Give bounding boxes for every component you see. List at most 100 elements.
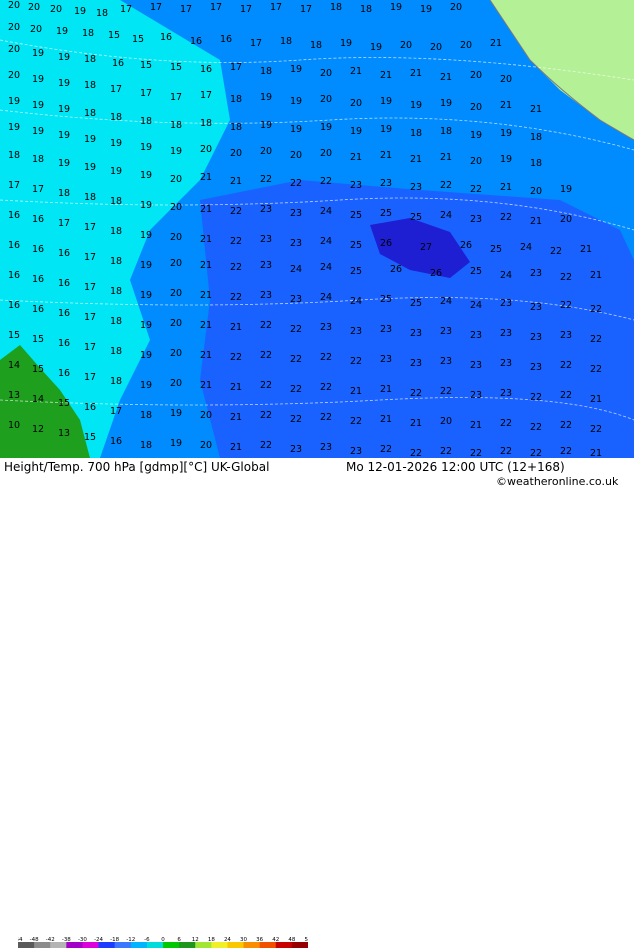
temperature-label: 16	[58, 278, 70, 289]
temperature-label: 25	[350, 210, 362, 221]
colorbar-swatch	[50, 942, 67, 948]
temperature-label: 21	[380, 70, 392, 81]
temperature-label: 19	[370, 42, 382, 53]
colorbar-tick: -30	[78, 937, 87, 942]
temperature-label: 23	[260, 290, 272, 301]
temperature-label: 22	[590, 304, 602, 315]
temperature-label: 18	[110, 112, 122, 123]
temperature-label: 23	[320, 442, 332, 453]
temperature-label: 18	[32, 154, 44, 165]
temperature-label: 22	[590, 424, 602, 435]
colorbar-swatch	[243, 942, 261, 948]
temperature-label: 20	[170, 288, 182, 299]
temperature-label: 12	[32, 424, 44, 435]
temperature-label: 22	[410, 388, 422, 399]
temperature-label: 18	[330, 2, 342, 13]
temperature-label: 23	[260, 234, 272, 245]
temperature-label: 22	[500, 212, 512, 223]
temperature-label: 21	[200, 290, 212, 301]
temperature-label: 18	[84, 192, 96, 203]
temperature-label: 22	[320, 176, 332, 187]
temperature-label: 17	[270, 2, 282, 13]
temperature-label: 18	[110, 316, 122, 327]
temperature-label: 23	[410, 328, 422, 339]
temperature-label: 18	[140, 440, 152, 451]
temperature-label: 23	[350, 446, 362, 457]
temperature-label: 19	[290, 64, 302, 75]
temperature-label: 22	[560, 272, 572, 283]
temperature-label: 15	[32, 334, 44, 345]
temperature-label: 23	[530, 362, 542, 373]
temperature-label: 17	[140, 88, 152, 99]
temperature-label: 13	[8, 390, 20, 401]
temperature-label: 23	[290, 208, 302, 219]
temperature-label: 22	[260, 320, 272, 331]
temperature-label: 22	[440, 386, 452, 397]
colorbar-tick: -24	[94, 937, 103, 942]
temperature-label: 20	[470, 102, 482, 113]
temperature-label: 16	[200, 64, 212, 75]
temperature-label: 22	[560, 300, 572, 311]
temperature-label: 18	[82, 28, 94, 39]
temperature-label: 18	[84, 54, 96, 65]
temperature-label: 26	[380, 238, 392, 249]
temperature-label: 14	[32, 394, 44, 405]
temperature-label: 19	[380, 124, 392, 135]
temperature-label: 20	[30, 24, 42, 35]
colorbar-tick: -54	[18, 937, 23, 942]
temperature-label: 19	[500, 154, 512, 165]
temperature-label: 19	[32, 48, 44, 59]
temperature-label: 20	[170, 258, 182, 269]
temperature-label: 22	[230, 206, 242, 217]
temperature-label: 16	[8, 210, 20, 221]
temperature-label: 16	[84, 402, 96, 413]
colorbar-swatch	[163, 942, 180, 948]
colorbar-tick: 18	[208, 937, 215, 942]
color-legend	[18, 942, 308, 948]
temperature-label: 18	[110, 376, 122, 387]
temperature-label: 20	[260, 146, 272, 157]
temperature-label: 16	[32, 244, 44, 255]
temperature-label: 18	[140, 116, 152, 127]
temperature-label: 17	[120, 4, 132, 15]
colorbar-tick: 36	[256, 937, 263, 942]
temperature-label: 21	[380, 150, 392, 161]
temperature-label: 19	[170, 146, 182, 157]
temperature-label: 23	[500, 328, 512, 339]
temperature-label: 19	[390, 2, 402, 13]
temperature-label: 22	[290, 384, 302, 395]
temperature-label: 18	[410, 128, 422, 139]
temperature-label: 21	[440, 72, 452, 83]
temperature-label: 21	[580, 244, 592, 255]
temperature-label: 17	[300, 4, 312, 15]
temperature-label: 19	[140, 170, 152, 181]
temperature-label: 19	[560, 184, 572, 195]
temperature-label: 19	[32, 74, 44, 85]
colorbar-swatch	[291, 942, 308, 948]
temperature-label: 15	[170, 62, 182, 73]
temperature-label: 22	[290, 324, 302, 335]
colorbar-tick: 30	[240, 937, 247, 942]
temperature-label: 20	[450, 2, 462, 13]
temperature-label: 17	[84, 372, 96, 383]
temperature-label: 25	[350, 240, 362, 251]
temperature-label: 23	[380, 324, 392, 335]
temperature-label: 16	[32, 274, 44, 285]
temperature-label: 23	[290, 444, 302, 455]
colorbar-swatch	[114, 942, 132, 948]
colorbar-swatch	[179, 942, 196, 948]
temperature-label: 15	[8, 330, 20, 341]
temperature-label: 19	[84, 162, 96, 173]
temperature-label: 19	[140, 142, 152, 153]
temperature-label: 25	[380, 208, 392, 219]
temperature-label: 22	[470, 448, 482, 458]
temperature-label: 22	[320, 412, 332, 423]
temperature-label: 20	[200, 410, 212, 421]
temperature-label: 24	[320, 292, 332, 303]
temperature-label: 19	[440, 98, 452, 109]
temperature-label: 15	[32, 364, 44, 375]
temperature-label: 22	[560, 390, 572, 401]
map-datetime: Mo 12-01-2026 12:00 UTC (12+168)	[346, 460, 565, 474]
temperature-label: 19	[320, 122, 332, 133]
temperature-label: 22	[260, 174, 272, 185]
